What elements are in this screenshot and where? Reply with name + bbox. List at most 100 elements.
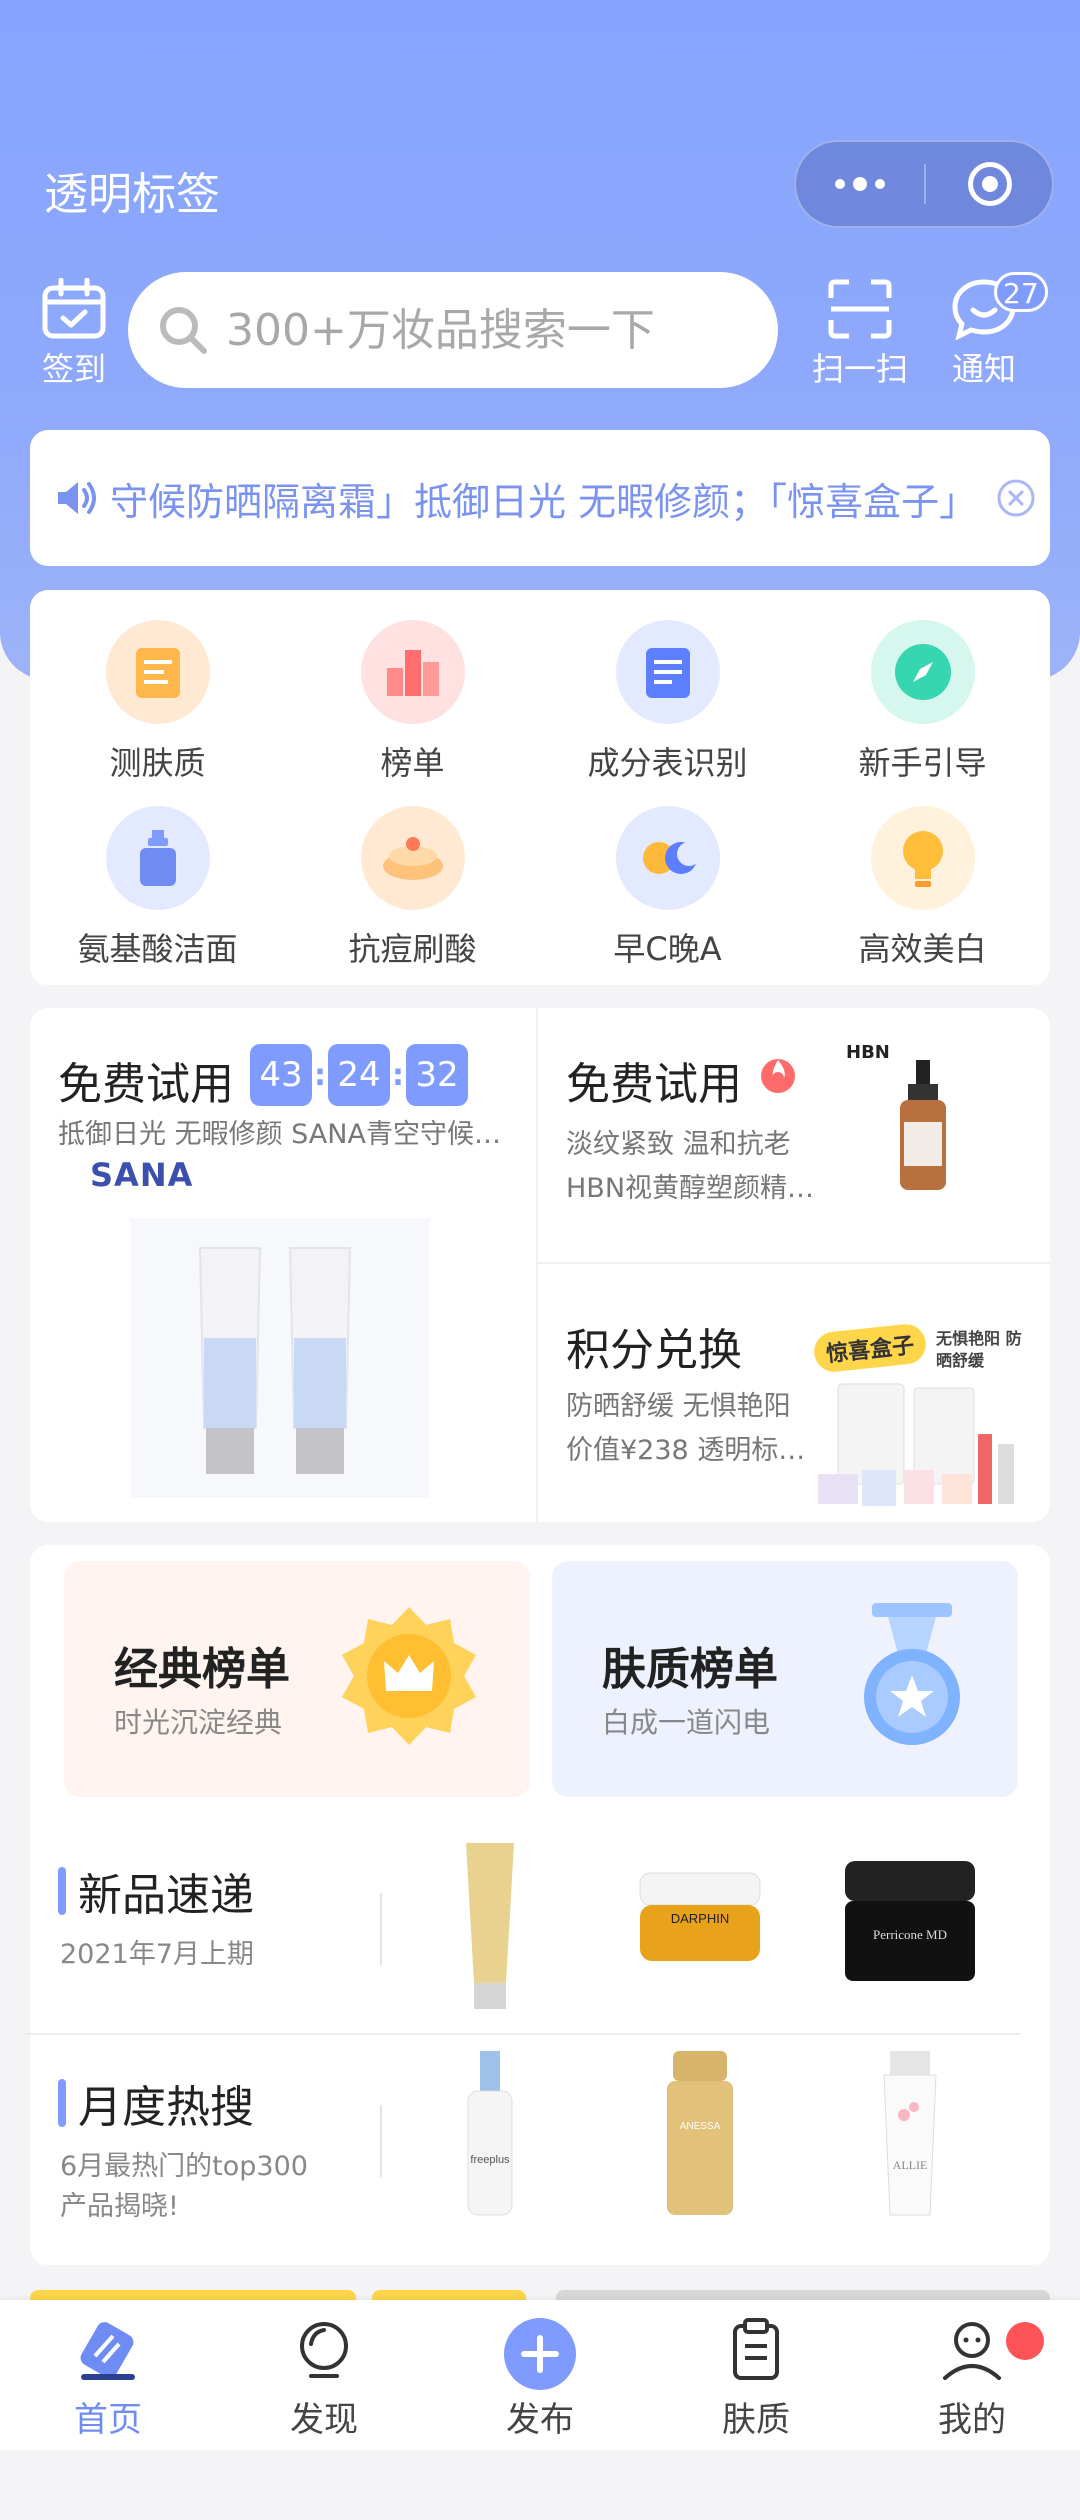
skin-ranking-sub: 白成一道闪电 (602, 1706, 771, 1739)
bulb-icon (870, 806, 975, 910)
tab-skin[interactable]: 肤质 (676, 2316, 836, 2441)
grid-label: 抗痘刷酸 (348, 930, 477, 968)
quick-entry-grid: 测肤质 榜单 成分表识别 新手引导 氨基酸洁面 抗痘刷酸 早C晚A 高效美白 (30, 590, 1050, 985)
grid-item-skin-test[interactable]: 测肤质 (30, 620, 285, 784)
grid-label: 测肤质 (109, 744, 206, 782)
search-input[interactable] (226, 304, 746, 356)
svg-text:DARPHIN: DARPHIN (671, 1911, 730, 1926)
tab-label: 发布 (506, 2400, 574, 2440)
gift-box-image (818, 1383, 1014, 1506)
free-trial-secondary[interactable]: 免费试用 淡纹紧致 温和抗老 HBN视黄醇塑颜精… HBN (538, 1008, 1050, 1264)
profile-notification-dot (1006, 2322, 1044, 2360)
grid-label: 成分表识别 (587, 744, 748, 782)
search-box[interactable] (128, 272, 778, 388)
svg-text:freeplus: freeplus (470, 2154, 510, 2166)
checkin-label: 签到 (41, 350, 106, 388)
product-thumb[interactable]: ANESSA (600, 2035, 800, 2235)
points-line2: 价值¥238 透明标… (566, 1435, 802, 1466)
gift-box-note: 无惧艳阳 防晒舒缓 (936, 1329, 1022, 1370)
points-exchange[interactable]: 积分兑换 防晒舒缓 无惧艳阳 价值¥238 透明标… 惊喜盒子 无惧艳阳 防晒舒… (538, 1264, 1050, 1522)
grid-label: 新手引导 (858, 744, 987, 782)
speaker-icon (58, 482, 96, 514)
grid-label: 氨基酸洁面 (77, 930, 238, 968)
countdown-timer: 43: 24: 32 (250, 1044, 468, 1106)
points-title: 积分兑换 (566, 1325, 742, 1376)
product-thumb[interactable] (390, 1823, 590, 2023)
grid-item-guide[interactable]: 新手引导 (795, 620, 1050, 784)
product-thumb[interactable]: ALLIE (810, 2035, 1010, 2235)
product-thumb[interactable]: Perricone MD (810, 1823, 1010, 2023)
monthly-hot-sub: 6月最热门的top300产品揭晓! (60, 2151, 308, 2222)
plus-icon (504, 2318, 576, 2390)
classic-ranking-title: 经典榜单 (114, 1644, 290, 1695)
product-thumb[interactable]: DARPHIN (600, 1823, 800, 2023)
grid-item-whitening[interactable]: 高效美白 (795, 806, 1050, 970)
ingredient-scan-icon (615, 620, 720, 724)
cleanser-icon (105, 806, 210, 910)
trial-title: 免费试用 (58, 1059, 234, 1110)
product-thumb[interactable]: freeplus (390, 2035, 590, 2235)
grid-item-acne[interactable]: 抗痘刷酸 (285, 806, 540, 970)
discover-icon (300, 2322, 348, 2378)
grid-item-ingredient[interactable]: 成分表识别 (540, 620, 795, 784)
acne-icon (360, 806, 465, 910)
compass-icon (870, 620, 975, 724)
tab-publish[interactable]: 发布 (460, 2316, 620, 2441)
grid-item-cleanser[interactable]: 氨基酸洁面 (30, 806, 285, 970)
notify-count-badge: 27 (994, 272, 1048, 312)
monthly-hot-row[interactable]: 月度热搜 6月最热门的top300产品揭晓! freeplus ANESSA A… (30, 2035, 1050, 2235)
close-icon[interactable] (996, 478, 1036, 518)
notify-label: 通知 (951, 350, 1016, 388)
scan-icon (828, 279, 892, 339)
monthly-hot-title: 月度热搜 (78, 2082, 254, 2133)
new-products-row[interactable]: 新品速递 2021年7月上期 DARPHIN Perricone MD (30, 1823, 1050, 2023)
search-icon (160, 307, 207, 354)
tab-home[interactable]: 首页 (28, 2316, 188, 2441)
top-bar: 透明标签 (0, 140, 1080, 230)
svg-text:ALLIE: ALLIE (893, 2158, 928, 2172)
classic-ranking-tile[interactable]: 经典榜单 时光沉淀经典 (64, 1561, 530, 1797)
svg-text:ANESSA: ANESSA (680, 2121, 721, 2132)
trial-subtitle: 抵御日光 无暇修颜 SANA青空守候… (58, 1119, 501, 1150)
skin-ranking-title: 肤质榜单 (602, 1644, 778, 1695)
grid-item-day-night[interactable]: 早C晚A (540, 806, 795, 970)
app-title: 透明标签 (44, 169, 220, 220)
crown-badge-icon (342, 1607, 476, 1745)
trial-title-right: 免费试用 (566, 1059, 742, 1110)
profile-icon (943, 2322, 1001, 2380)
new-products-title: 新品速递 (78, 1870, 254, 1921)
tab-label: 首页 (74, 2400, 142, 2440)
tab-discover[interactable]: 发现 (244, 2316, 404, 2441)
grid-label: 早C晚A (613, 930, 722, 968)
scan-label: 扫一扫 (811, 350, 908, 388)
scan-button[interactable]: 扫一扫 (800, 278, 920, 390)
more-icon[interactable] (796, 142, 924, 226)
announcement-bar[interactable]: 守候防晒隔离霜」抵御日光 无暇修颜；「惊喜盒子」 (30, 430, 1050, 566)
fire-icon (761, 1059, 795, 1093)
grid-item-ranking[interactable]: 榜单 (285, 620, 540, 784)
ranking-icon (360, 620, 465, 724)
checkin-button[interactable]: 签到 (24, 278, 124, 390)
tab-label: 发现 (290, 2400, 358, 2440)
clipboard-icon (733, 2318, 779, 2380)
home-icon (80, 2322, 135, 2380)
announcement-text: 守候防晒隔离霜」抵御日光 无暇修颜；「惊喜盒子」 (110, 479, 978, 524)
timer-seconds: 32 (406, 1044, 468, 1106)
day-night-icon (615, 806, 720, 910)
close-miniprogram-icon[interactable] (968, 162, 1012, 206)
new-products-sub: 2021年7月上期 (60, 1939, 254, 1970)
free-trial-main[interactable]: 免费试用 43: 24: 32 抵御日光 无暇修颜 SANA青空守候… SANA (30, 1008, 538, 1522)
trial-right-line1: 淡纹紧致 温和抗老 (566, 1129, 791, 1160)
medal-icon (864, 1603, 960, 1745)
brand-logo: SANA (90, 1156, 194, 1194)
skin-ranking-tile[interactable]: 肤质榜单 白成一道闪电 (552, 1561, 1018, 1797)
calendar-icon (42, 278, 106, 339)
points-line1: 防晒舒缓 无惧艳阳 (566, 1391, 791, 1422)
grid-label: 高效美白 (858, 930, 987, 968)
skin-test-icon (105, 620, 210, 724)
svg-text:Perricone MD: Perricone MD (873, 1927, 947, 1942)
gift-box-tag: 惊喜盒子 (812, 1322, 928, 1374)
timer-minutes: 24 (328, 1044, 390, 1106)
timer-hours: 43 (250, 1044, 312, 1106)
classic-ranking-sub: 时光沉淀经典 (114, 1706, 283, 1739)
